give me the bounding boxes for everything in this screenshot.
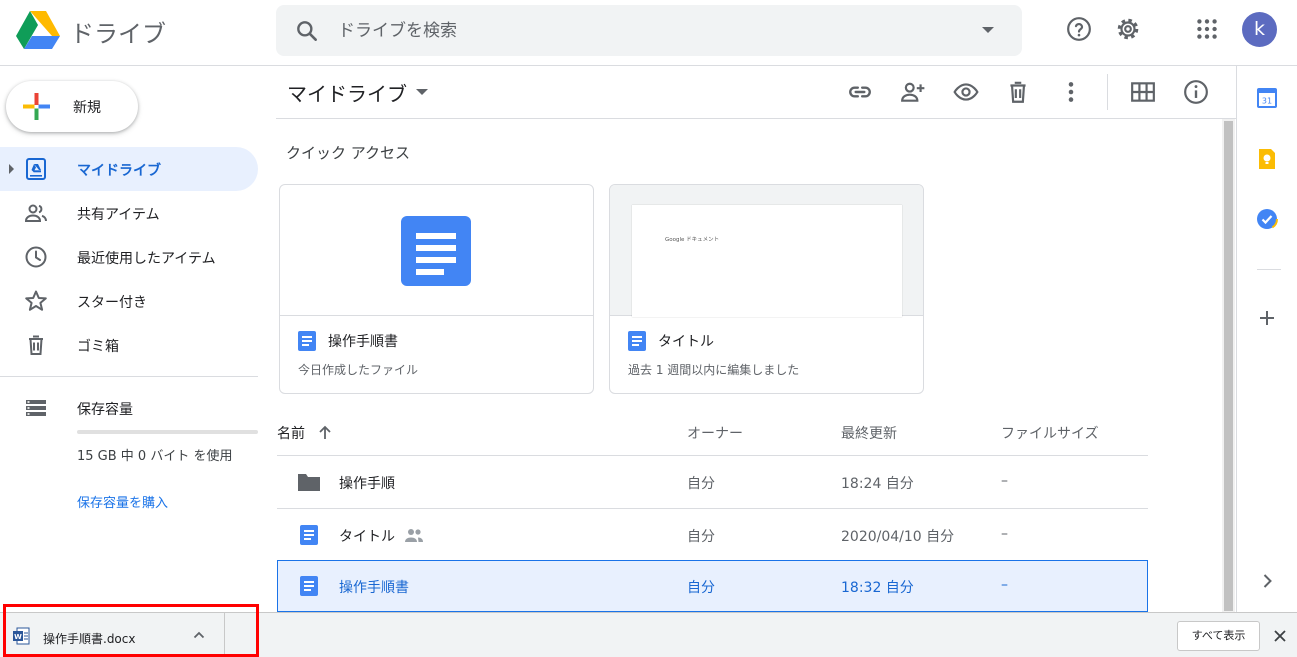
sidebar-divider [0,376,258,377]
side-panel: 31 [1236,66,1297,612]
file-modified: 18:32 自分 [841,580,914,596]
shared-people-icon [405,529,423,542]
docs-icon [298,331,316,351]
file-owner: 自分 [687,529,715,545]
tasks-icon[interactable] [1256,208,1278,230]
grid-view-icon[interactable] [1130,79,1156,105]
storage-icon [26,400,46,416]
file-size: – [1001,473,1008,489]
file-owner: 自分 [687,580,715,596]
sidebar-item-trash[interactable]: ゴミ箱 [0,323,258,367]
file-name: 操作手順 [339,476,395,492]
top-header: ドライブ k [0,0,1297,66]
toolbar-divider [1107,74,1108,110]
title-dropdown-caret-icon[interactable] [416,89,428,95]
docs-icon [300,576,318,596]
buy-storage-link[interactable]: 保存容量を購入 [77,492,168,511]
sidebar-item-label: マイドライブ [77,163,161,179]
file-name: タイトル [339,529,395,545]
info-icon[interactable] [1183,79,1209,105]
column-header-owner[interactable]: オーナー [687,423,743,443]
shared-people-icon [24,204,47,222]
storage-usage-text: 15 GB 中 0 バイト を使用 [77,449,233,464]
folder-icon [298,474,320,491]
red-highlight-box [3,604,259,657]
trash-icon [29,335,43,355]
card-file-name: タイトル [658,334,714,350]
table-row[interactable]: 操作手順 自分 18:24 自分 – [277,455,1148,507]
card-thumbnail [280,185,593,316]
scrollbar-thumb[interactable] [1224,121,1233,611]
card-subtitle: 過去 1 週間以内に編集しました [628,363,800,377]
new-button-label: 新規 [73,100,101,116]
main-toolbar: マイドライブ [276,66,1236,119]
preview-eye-icon[interactable] [953,79,979,105]
sidebar-item-label: 共有アイテム [77,207,160,223]
sidebar-item-starred[interactable]: スター付き [0,279,258,323]
file-name: 操作手順書 [339,580,409,596]
close-icon[interactable] [1272,628,1288,644]
document-preview: Google ドキュメント [632,205,902,317]
card-subtitle: 今日作成したファイル [298,363,419,377]
docs-icon [300,525,318,545]
sidebar-item-recent[interactable]: 最近使用したアイテム [0,235,258,279]
chevron-right-icon[interactable] [1256,570,1278,592]
apps-grid-icon[interactable] [1194,16,1220,42]
preview-text: Google ドキュメント [665,237,720,243]
sidebar-item-label: ゴミ箱 [77,339,119,355]
side-panel-divider [1257,269,1281,270]
column-header-size[interactable]: ファイルサイズ [1001,423,1099,443]
calendar-day-label: 31 [1262,97,1272,106]
sort-ascending-arrow-icon[interactable] [316,424,334,442]
sidebar-item-storage[interactable]: 保存容量 [0,386,258,430]
file-modified: 18:24 自分 [841,476,914,492]
search-icon[interactable] [294,18,320,44]
search-bar[interactable] [276,5,1022,56]
show-all-downloads-button[interactable]: すべて表示 [1177,621,1260,651]
table-row[interactable]: タイトル 自分 2020/04/10 自分 – [277,508,1148,560]
sidebar-item-label: 最近使用したアイテム [77,251,216,267]
avatar[interactable]: k [1242,12,1277,47]
star-icon [25,290,47,311]
table-row-selected[interactable]: 操作手順書 自分 18:32 自分 – [277,560,1148,612]
column-header-name[interactable]: 名前 [277,423,305,443]
plus-icon [23,93,50,120]
card-file-name: 操作手順書 [328,334,398,350]
link-icon[interactable] [847,79,873,105]
file-size: – [1001,526,1008,542]
help-icon[interactable] [1066,16,1092,42]
page-title[interactable]: マイドライブ [287,78,407,107]
calendar-icon[interactable]: 31 [1256,87,1278,109]
new-button[interactable]: 新規 [6,81,138,132]
drive-logo-icon[interactable] [16,10,60,50]
gear-icon[interactable] [1115,16,1141,42]
storage-usage-bar [77,430,258,434]
file-owner: 自分 [687,476,715,492]
keep-icon[interactable] [1256,148,1278,170]
file-size: – [1001,577,1008,593]
clock-icon [25,246,47,268]
search-input[interactable] [338,5,958,56]
sidebar-item-shared[interactable]: 共有アイテム [0,191,258,235]
quick-access-card[interactable]: Google ドキュメント タイトル 過去 1 週間以内に編集しました [609,184,924,394]
more-vert-icon[interactable] [1058,79,1084,105]
expand-arrow-icon[interactable] [9,164,14,174]
add-icon[interactable] [1256,307,1278,329]
quick-access-card[interactable]: 操作手順書 今日作成したファイル [279,184,594,394]
file-modified: 2020/04/10 自分 [841,529,955,545]
trash-icon[interactable] [1005,79,1031,105]
search-options-caret-icon[interactable] [982,27,994,33]
my-drive-icon [26,158,46,180]
storage-label: 保存容量 [77,402,133,418]
sidebar-item-label: スター付き [77,295,147,311]
sidebar-item-my-drive[interactable]: マイドライブ [0,147,258,191]
docs-icon [628,331,646,351]
column-header-modified[interactable]: 最終更新 [841,423,897,443]
app-name[interactable]: ドライブ [70,14,166,49]
card-thumbnail: Google ドキュメント [610,185,923,317]
add-person-icon[interactable] [900,79,926,105]
docs-large-icon [401,216,471,286]
quick-access-title: クイック アクセス [286,144,411,162]
